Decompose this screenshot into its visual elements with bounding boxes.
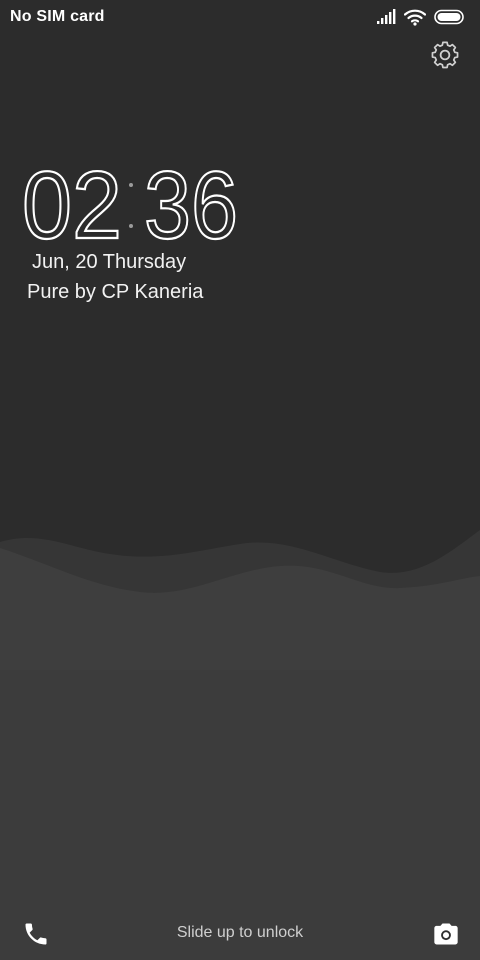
carrier-label: No SIM card (10, 8, 105, 25)
lock-screen[interactable]: No SIM card 02 36 Jun, 20 Thursday Pure … (0, 0, 480, 960)
battery-icon (434, 9, 466, 25)
clock-colon-top (129, 183, 133, 187)
camera-shortcut-button[interactable] (432, 920, 460, 948)
status-bar: No SIM card (0, 0, 480, 36)
clock-hours: 02 (22, 158, 122, 248)
wave-decoration (0, 530, 480, 960)
settings-button[interactable] (430, 40, 460, 70)
bottom-bar: Slide up to unlock (0, 912, 480, 956)
clock-colon-bottom (129, 224, 133, 228)
owner-info: Pure by CP Kaneria (27, 281, 204, 303)
lock-date: Jun, 20 Thursday (32, 251, 187, 273)
signal-icon (376, 9, 396, 25)
unlock-hint: Slide up to unlock (176, 924, 304, 941)
status-icons (376, 7, 466, 27)
clock-minutes: 36 (144, 158, 238, 248)
wifi-icon (404, 9, 426, 26)
camera-icon (432, 923, 460, 952)
gear-icon (430, 41, 460, 74)
lock-clock: 02 36 (20, 151, 250, 260)
